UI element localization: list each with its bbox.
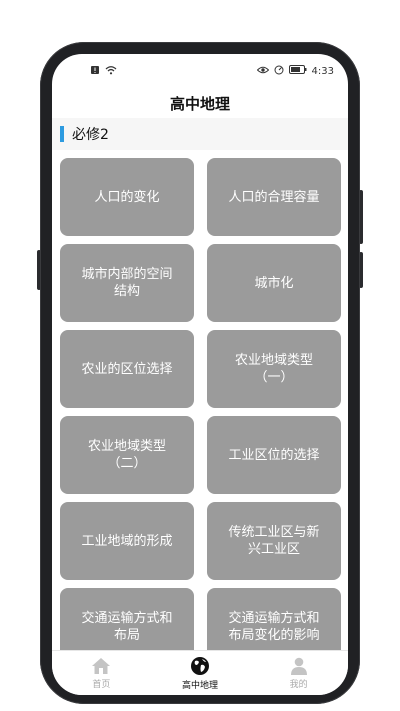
lesson-tile[interactable]: 农业的区位选择 [60, 330, 194, 408]
tab-mine-label: 我的 [289, 680, 308, 690]
lesson-tile[interactable]: 人口的变化 [60, 158, 194, 236]
tab-home-label: 首页 [92, 680, 111, 690]
section-title: 必修2 [72, 127, 109, 143]
section-accent-bar [60, 126, 64, 142]
status-bar: 4:33 [52, 54, 348, 88]
speed-icon [274, 65, 284, 78]
tab-geography[interactable]: 高中地理 [151, 656, 249, 691]
section-header: 必修2 [52, 118, 348, 150]
lesson-grid: 人口的变化 人口的合理容量 城市内部的空间 结构 城市化 农业的区位选择 农业地… [52, 150, 348, 650]
tab-home[interactable]: 首页 [52, 657, 150, 690]
lesson-tile[interactable]: 传统工业区与新 兴工业区 [207, 502, 341, 580]
home-icon [91, 657, 111, 677]
lesson-tile[interactable]: 工业区位的选择 [207, 416, 341, 494]
phone-screen: 4:33 高中地理 必修2 人口的变化 人口的合理容量 城市内部的空间 结构 城… [52, 54, 348, 695]
lesson-tile[interactable]: 城市化 [207, 244, 341, 322]
status-left [90, 65, 117, 78]
lesson-tile[interactable]: 城市内部的空间 结构 [60, 244, 194, 322]
sim-alert-icon [90, 65, 100, 78]
lesson-tile[interactable]: 交通运输方式和 布局变化的影响 [207, 588, 341, 650]
bottom-tab-bar: 首页 高中地理 我的 [52, 650, 348, 695]
page-title: 高中地理 [169, 94, 230, 113]
tab-mine[interactable]: 我的 [250, 657, 348, 690]
eye-icon [256, 66, 269, 77]
device-frame-area: 4:33 高中地理 必修2 人口的变化 人口的合理容量 城市内部的空间 结构 城… [0, 0, 400, 711]
lesson-tile[interactable]: 人口的合理容量 [207, 158, 341, 236]
battery-icon [288, 65, 307, 77]
status-time: 4:33 [311, 65, 334, 77]
tab-geography-label: 高中地理 [181, 681, 218, 691]
lesson-tile[interactable]: 农业地域类型 （一） [207, 330, 341, 408]
wifi-icon [105, 65, 117, 78]
lesson-tile[interactable]: 交通运输方式和 布局 [60, 588, 194, 650]
user-icon [289, 657, 309, 677]
lesson-tile[interactable]: 农业地域类型 （二） [60, 416, 194, 494]
globe-icon [190, 656, 210, 678]
status-right: 4:33 [256, 65, 334, 78]
lesson-tile[interactable]: 工业地域的形成 [60, 502, 194, 580]
